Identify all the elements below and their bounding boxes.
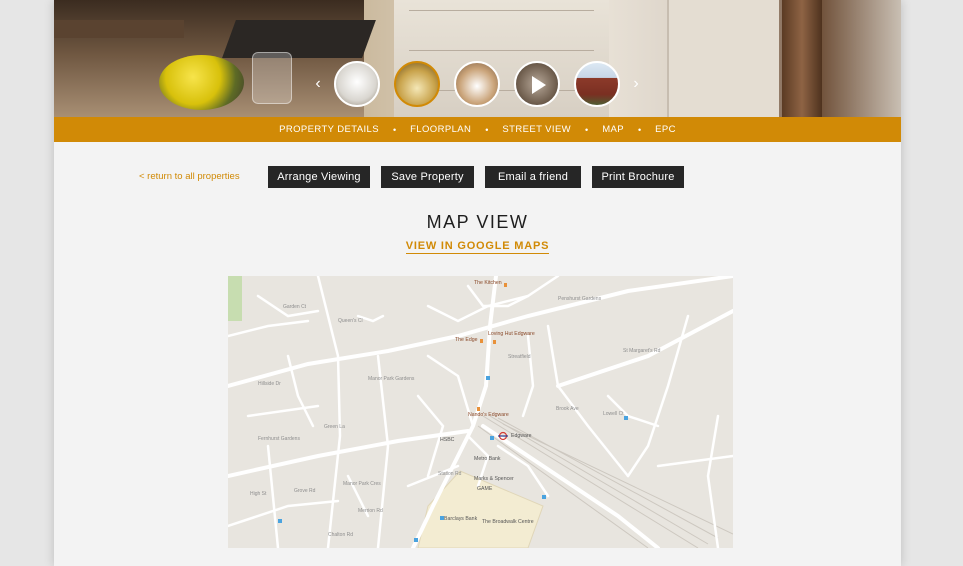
print-brochure-button[interactable]: Print Brochure <box>592 166 684 188</box>
drawer-lines <box>409 10 594 11</box>
map-poi-marks: Marks & Spencer <box>474 476 514 482</box>
map-embed[interactable]: The Kitchen Loving Hut Edgware The Edge … <box>228 276 733 548</box>
map-poi-edgware: Edgware <box>511 433 532 439</box>
next-arrow-icon[interactable]: › <box>627 58 645 110</box>
map-poi-loving-hut: Loving Hut Edgware <box>488 331 535 337</box>
return-to-properties-link[interactable]: < return to all properties <box>139 171 240 182</box>
nav-separator: • <box>392 124 397 135</box>
map-street-penshurst: Penshurst Gardens <box>558 296 602 302</box>
map-poi-barclays: Barclays Bank <box>444 516 478 522</box>
save-property-button[interactable]: Save Property <box>381 166 474 188</box>
email-friend-button[interactable]: Email a friend <box>485 166 581 188</box>
map-street-merrion: Merrion Rd <box>358 508 383 514</box>
thumbnail-kitchen[interactable] <box>394 61 440 107</box>
hob-image <box>222 20 376 58</box>
thumbnail-living-room[interactable] <box>334 61 380 107</box>
prev-arrow-icon[interactable]: ‹ <box>309 58 327 110</box>
nav-separator: • <box>485 124 489 135</box>
map-street-st-margarets: St Margaret's Rd <box>623 348 661 354</box>
map-poi-broadwalk: The Broadwalk Centre <box>482 519 534 525</box>
nav-street-view[interactable]: STREET VIEW <box>502 124 571 135</box>
map-street-station-rd: Station Rd <box>438 471 462 477</box>
wood-post-image <box>782 0 822 117</box>
google-maps-link-wrap: VIEW IN GOOGLE MAPS <box>54 240 901 254</box>
thumbnail-exterior[interactable] <box>574 61 620 107</box>
nav-floorplan[interactable]: FLOORPLAN <box>410 124 471 135</box>
map-poi-edge: The Edge <box>455 337 478 343</box>
map-street-green-la: Green La <box>324 424 345 430</box>
fruit-bowl-image <box>159 55 244 110</box>
hero-banner: ‹ › <box>54 0 901 117</box>
door-image <box>667 0 779 117</box>
view-in-google-maps-link[interactable]: VIEW IN GOOGLE MAPS <box>405 240 550 254</box>
map-street-hillside: Hillside Dr <box>258 381 281 387</box>
map-view-title: MAP VIEW <box>426 212 529 232</box>
map-street-garden-ct: Garden Ct <box>283 304 307 310</box>
nav-epc[interactable]: EPC <box>655 124 676 135</box>
map-poi-kitchen: The Kitchen <box>474 280 502 286</box>
map-street-lowell: Lowell Ct <box>603 411 624 417</box>
map-street-grove-rd: Grove Rd <box>294 488 316 494</box>
map-poi-hsbc: HSBC <box>440 437 455 443</box>
nav-separator: • <box>585 124 589 135</box>
map-street-queens-cl: Queen's Cl <box>338 318 363 324</box>
page: ‹ › PROPERTY DETAILS • FLOORPLAN • STREE… <box>54 0 901 566</box>
property-nav: PROPERTY DETAILS • FLOORPLAN • STREET VI… <box>54 117 901 142</box>
gallery-thumbnails: ‹ › <box>309 58 645 110</box>
broadwalk-centre-area <box>417 470 544 548</box>
play-icon <box>532 76 546 94</box>
arrange-viewing-button[interactable]: Arrange Viewing <box>268 166 370 188</box>
map-street-chalton: Chalton Rd <box>328 532 354 538</box>
park-area <box>228 276 242 321</box>
map-street-fernhurst: Fernhurst Gardens <box>258 436 300 442</box>
map-poi-game: GAME <box>477 486 493 492</box>
map-poi-metro-bank: Metro Bank <box>474 456 501 462</box>
map-street-manor-park: Manor Park Gardens <box>368 376 415 382</box>
map-street-high-st: High St <box>250 491 267 497</box>
glass-image <box>252 52 292 104</box>
thumbnail-dining-room[interactable] <box>454 61 500 107</box>
nav-separator: • <box>638 124 642 135</box>
map-street-manor-park-cres: Manor Park Cres <box>343 481 381 487</box>
map-poi-nandos: Nando's Edgware <box>468 412 509 418</box>
map-street-brook-ave: Brook Ave <box>556 406 579 412</box>
nav-map[interactable]: MAP <box>602 124 624 135</box>
thumbnail-video[interactable] <box>514 61 560 107</box>
shelf-image <box>54 20 184 38</box>
nav-property-details[interactable]: PROPERTY DETAILS <box>279 124 379 135</box>
map-street-streatfield: Streatfield <box>508 354 531 360</box>
